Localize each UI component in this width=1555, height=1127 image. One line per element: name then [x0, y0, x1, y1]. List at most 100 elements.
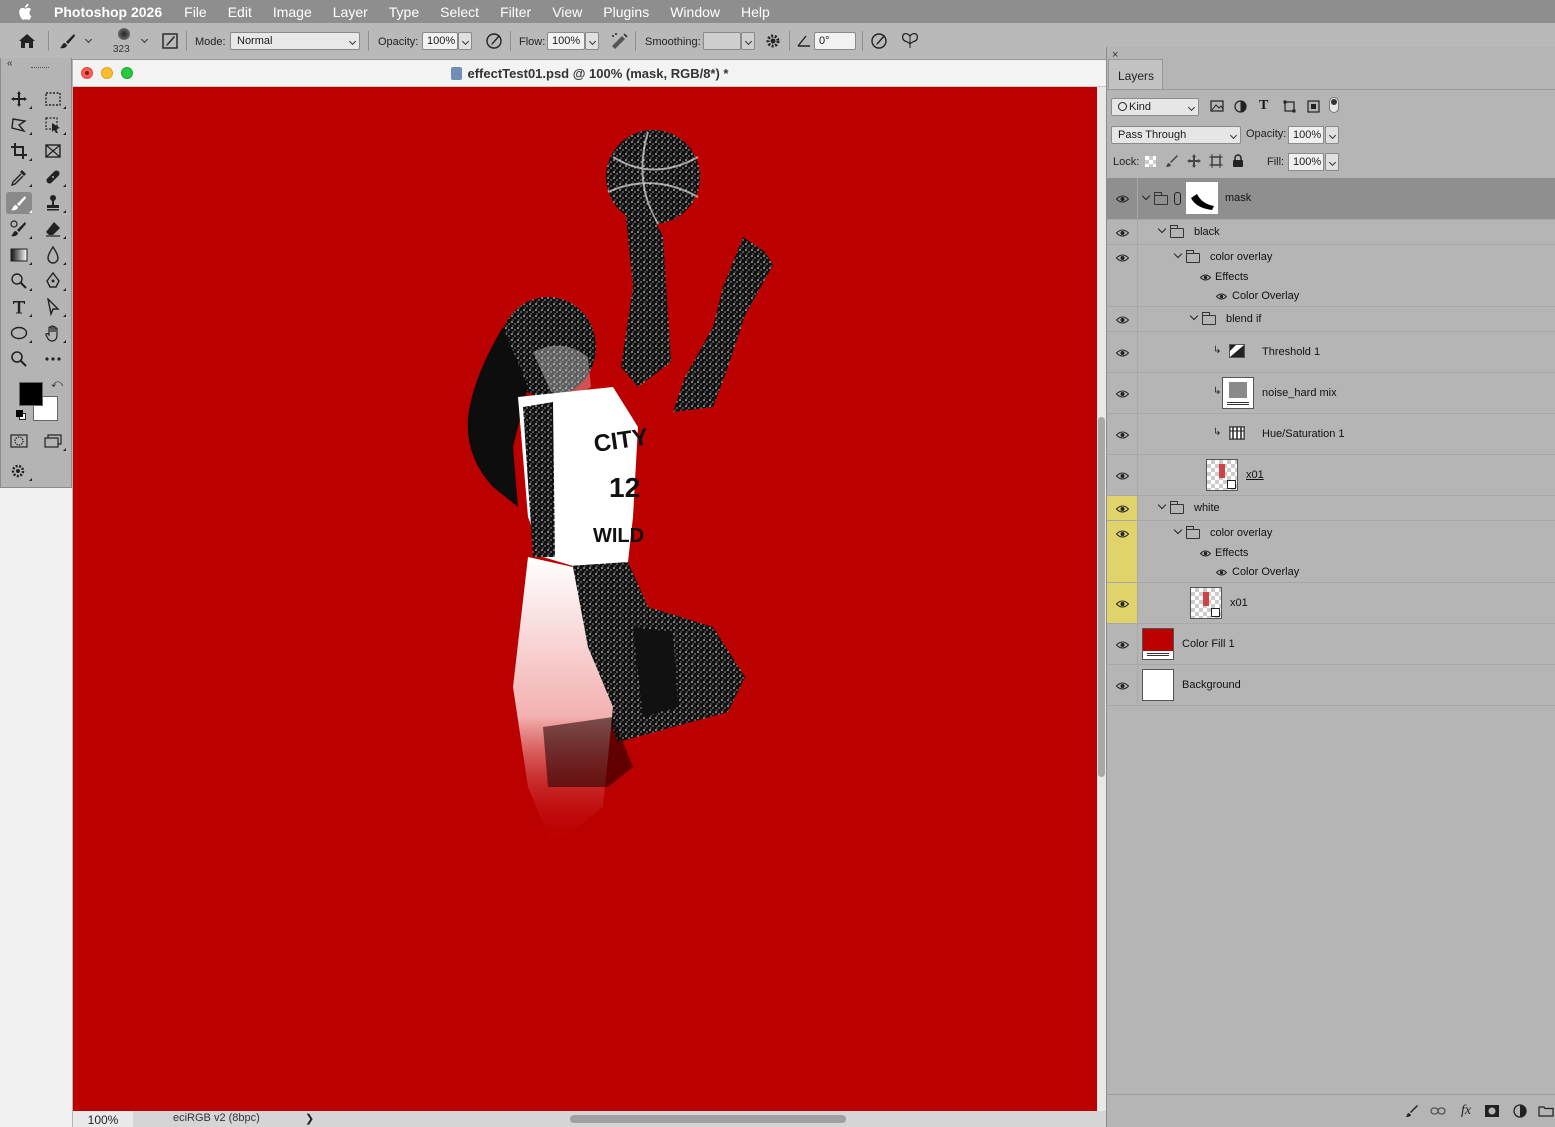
- airbrush-icon[interactable]: [609, 31, 629, 51]
- app-name[interactable]: Photoshop 2026: [54, 4, 162, 20]
- layer-row-black[interactable]: black: [1107, 220, 1555, 245]
- filter-smart-object-icon[interactable]: [1307, 100, 1320, 113]
- document-titlebar[interactable]: effectTest01.psd @ 100% (mask, RGB/8*) *: [73, 60, 1106, 87]
- link-layers-icon[interactable]: [1429, 1103, 1447, 1119]
- menu-window[interactable]: Window: [670, 4, 720, 20]
- eye-icon[interactable]: [1116, 390, 1129, 398]
- new-adjustment-layer-icon[interactable]: [1511, 1103, 1529, 1119]
- new-group-icon[interactable]: [1537, 1103, 1555, 1119]
- eye-icon[interactable]: [1116, 600, 1129, 608]
- blend-mode-select[interactable]: Pass Through: [1111, 126, 1241, 144]
- eye-icon[interactable]: [1116, 316, 1129, 324]
- effect-name[interactable]: Color Overlay: [1232, 566, 1299, 578]
- chevron-down-icon[interactable]: [138, 31, 150, 51]
- layer-name[interactable]: blend if: [1226, 313, 1261, 325]
- noise-layer-thumbnail[interactable]: [1222, 377, 1254, 409]
- history-brush-tool-icon[interactable]: [6, 218, 32, 240]
- filter-adjustment-icon[interactable]: [1234, 100, 1247, 113]
- frame-tool-icon[interactable]: [40, 140, 66, 162]
- eraser-tool-icon[interactable]: [40, 218, 66, 240]
- eye-icon[interactable]: [1116, 254, 1129, 262]
- eye-icon[interactable]: [1116, 349, 1129, 357]
- lock-image-pixels-icon[interactable]: [1165, 154, 1179, 168]
- gradient-tool-icon[interactable]: [6, 244, 32, 266]
- menu-filter[interactable]: Filter: [500, 4, 531, 20]
- lock-transparent-pixels-icon[interactable]: [1145, 156, 1156, 167]
- chevron-down-icon[interactable]: [1173, 525, 1183, 535]
- filter-toggle-switch[interactable]: [1329, 97, 1339, 113]
- layer-row-x01-white[interactable]: x01: [1107, 583, 1555, 624]
- layer-name[interactable]: Color Fill 1: [1182, 638, 1235, 650]
- more-tools-icon[interactable]: [40, 348, 66, 370]
- flow-dropdown[interactable]: [585, 32, 599, 50]
- smart-object-thumbnail[interactable]: [1206, 459, 1238, 491]
- mode-select[interactable]: Normal: [230, 32, 360, 50]
- filter-type-icon[interactable]: T: [1259, 98, 1268, 114]
- clone-stamp-tool-icon[interactable]: [40, 192, 66, 214]
- layer-name[interactable]: x01: [1246, 469, 1264, 481]
- eye-icon[interactable]: [1200, 274, 1211, 281]
- lock-artboard-icon[interactable]: [1209, 154, 1223, 168]
- color-fill-thumbnail[interactable]: [1142, 628, 1174, 660]
- smoothing-dropdown[interactable]: [741, 32, 755, 50]
- layer-row-x01[interactable]: x01: [1107, 455, 1555, 496]
- horizontal-scroll-thumb[interactable]: [570, 1115, 846, 1123]
- lock-all-icon[interactable]: [1232, 154, 1244, 168]
- layer-row-threshold[interactable]: ↳ Threshold 1: [1107, 332, 1555, 373]
- eye-icon[interactable]: [1216, 569, 1227, 576]
- ellipse-tool-icon[interactable]: [6, 322, 32, 344]
- menu-select[interactable]: Select: [440, 4, 479, 20]
- menu-layer[interactable]: Layer: [333, 4, 368, 20]
- opacity-dropdown[interactable]: [458, 32, 472, 50]
- pressure-opacity-icon[interactable]: [484, 31, 504, 51]
- menu-type[interactable]: Type: [389, 4, 419, 20]
- mask-thumbnail[interactable]: [1186, 182, 1218, 214]
- healing-brush-tool-icon[interactable]: [40, 166, 66, 188]
- add-mask-icon[interactable]: [1483, 1103, 1501, 1119]
- layer-row-color-overlay-white[interactable]: color overlay Effects Color Overlay: [1107, 521, 1555, 583]
- home-icon[interactable]: [17, 31, 37, 51]
- eyedropper-tool-icon[interactable]: [6, 166, 32, 188]
- eye-icon[interactable]: [1116, 472, 1129, 480]
- chevron-down-icon[interactable]: [82, 31, 94, 51]
- layer-row-color-overlay[interactable]: color overlay Effects Color Overlay: [1107, 245, 1555, 307]
- crop-tool-icon[interactable]: [6, 140, 32, 162]
- layer-name[interactable]: white: [1194, 502, 1220, 514]
- apple-icon[interactable]: [18, 3, 40, 21]
- pressure-size-icon[interactable]: [869, 31, 889, 51]
- filter-pixel-icon[interactable]: [1210, 100, 1224, 112]
- path-selection-tool-icon[interactable]: [40, 296, 66, 318]
- eye-icon[interactable]: [1116, 682, 1129, 690]
- layer-name[interactable]: color overlay: [1210, 527, 1272, 539]
- layer-name[interactable]: noise_hard mix: [1262, 387, 1337, 399]
- eye-icon[interactable]: [1116, 229, 1129, 237]
- menu-file[interactable]: File: [184, 4, 207, 20]
- menu-plugins[interactable]: Plugins: [603, 4, 649, 20]
- vertical-scroll-thumb[interactable]: [1098, 417, 1105, 777]
- lock-position-icon[interactable]: [1187, 154, 1201, 168]
- layer-name[interactable]: black: [1194, 226, 1220, 238]
- quick-mask-icon[interactable]: [6, 430, 32, 452]
- eye-icon[interactable]: [1116, 505, 1129, 513]
- layer-row-color-fill[interactable]: Color Fill 1: [1107, 624, 1555, 665]
- brush-preset-icon[interactable]: [58, 31, 78, 51]
- menu-help[interactable]: Help: [741, 4, 770, 20]
- hand-tool-icon[interactable]: [40, 322, 66, 344]
- layer-name[interactable]: Hue/Saturation 1: [1262, 428, 1345, 440]
- menu-image[interactable]: Image: [273, 4, 312, 20]
- status-menu-arrow[interactable]: ❯: [305, 1112, 314, 1125]
- vertical-scrollbar[interactable]: [1097, 87, 1106, 1111]
- brush-tool-icon[interactable]: [6, 192, 32, 214]
- layer-name[interactable]: Threshold 1: [1262, 346, 1320, 358]
- default-colors-icon[interactable]: [16, 410, 26, 420]
- tools-panel-header[interactable]: «: [4, 58, 70, 70]
- flow-field[interactable]: 100%: [547, 32, 585, 50]
- eye-icon[interactable]: [1200, 550, 1211, 557]
- angle-field[interactable]: 0°: [814, 32, 856, 50]
- screen-mode-icon[interactable]: [40, 430, 66, 452]
- effect-name[interactable]: Color Overlay: [1232, 290, 1299, 302]
- object-selection-tool-icon[interactable]: [40, 114, 66, 136]
- chevron-down-icon[interactable]: [1157, 500, 1167, 510]
- layer-row-white[interactable]: white: [1107, 496, 1555, 521]
- layer-row-blend-if[interactable]: blend if: [1107, 307, 1555, 332]
